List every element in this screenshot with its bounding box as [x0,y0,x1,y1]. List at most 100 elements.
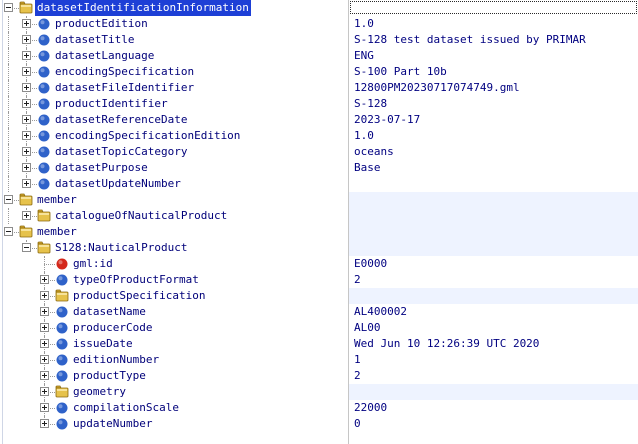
tree-guide-line [8,64,10,80]
element-icon [37,97,51,110]
collapse-toggle[interactable] [22,243,31,252]
column-divider[interactable] [348,0,349,444]
tree-guide-line [44,264,55,266]
folder-icon [19,225,33,238]
expand-toggle[interactable] [22,131,31,140]
node-name: typeOfProductFormat [73,273,199,286]
node-value-cell[interactable] [349,256,638,272]
element-icon [55,369,69,382]
node-value: E0000 [354,257,388,270]
node-name: productType [73,369,146,382]
node-value-cell[interactable] [349,48,638,64]
xml-tree-view[interactable]: datasetIdentificationInformation productE… [0,0,638,444]
expand-toggle[interactable] [40,307,49,316]
focus-rectangle [350,1,637,14]
expand-toggle[interactable] [40,387,49,396]
node-value-cell[interactable] [349,416,638,432]
expand-toggle[interactable] [22,163,31,172]
element-icon [37,33,51,46]
node-name: datasetPurpose [55,161,148,174]
element-icon [37,145,51,158]
element-icon [55,273,69,286]
node-value: S-128 [354,97,388,110]
node-name: encodingSpecification [55,65,195,78]
expand-toggle[interactable] [22,51,31,60]
node-value: ENG [354,49,374,62]
node-value-cell[interactable] [349,384,638,400]
expand-toggle[interactable] [40,403,49,412]
node-name: datasetTitle [55,33,135,46]
node-name: datasetLanguage [55,49,155,62]
node-value-cell[interactable] [349,192,638,208]
expand-toggle[interactable] [22,147,31,156]
tree-guide-line [8,96,10,112]
node-value-cell[interactable] [349,288,638,304]
expand-toggle[interactable] [40,275,49,284]
node-name: issueDate [73,337,133,350]
collapse-toggle[interactable] [4,3,13,12]
node-value-cell[interactable] [349,320,638,336]
node-name: encodingSpecificationEdition [55,129,241,142]
expand-toggle[interactable] [22,83,31,92]
node-value: 2 [354,273,361,286]
collapse-toggle[interactable] [4,195,13,204]
expand-toggle[interactable] [40,323,49,332]
expand-toggle[interactable] [22,19,31,28]
expand-toggle[interactable] [22,99,31,108]
node-value-cell[interactable] [349,208,638,224]
node-value-cell[interactable] [349,0,638,16]
node-value-cell[interactable] [349,352,638,368]
expand-toggle[interactable] [22,67,31,76]
node-value: S-100 Part 10b [354,65,447,78]
node-value: oceans [354,145,394,158]
node-value: AL400002 [354,305,407,318]
node-name: productSpecification [73,289,206,302]
element-icon [55,353,69,366]
element-icon [55,305,69,318]
node-value: 1 [354,353,361,366]
node-value-cell[interactable] [349,224,638,240]
expand-toggle[interactable] [22,179,31,188]
element-icon [55,321,69,334]
tree-guide-line [8,16,10,32]
node-value-cell[interactable] [349,128,638,144]
node-value: Wed Jun 10 12:26:39 UTC 2020 [354,337,540,350]
node-value: AL00 [354,321,381,334]
expand-toggle[interactable] [22,115,31,124]
expand-toggle[interactable] [40,355,49,364]
node-value-cell[interactable] [349,96,638,112]
node-name: member [37,225,77,238]
node-value-cell[interactable] [349,176,638,192]
node-value-cell[interactable] [349,160,638,176]
node-value-cell[interactable] [349,16,638,32]
node-value-cell[interactable] [349,240,638,256]
expand-toggle[interactable] [22,35,31,44]
folder-icon [55,385,69,398]
tree-guide-line [8,48,10,64]
node-value-cell[interactable] [349,400,638,416]
element-icon [37,177,51,190]
node-value-cell[interactable] [349,272,638,288]
element-icon [37,65,51,78]
node-name: productIdentifier [55,97,168,110]
node-value: 0 [354,417,361,430]
tree-guide-line [8,112,10,128]
node-value-cell[interactable] [349,368,638,384]
expand-toggle[interactable] [40,371,49,380]
expand-toggle[interactable] [40,291,49,300]
folder-icon [19,193,33,206]
node-value: 1.0 [354,17,374,30]
node-value: 22000 [354,401,388,414]
node-name: datasetIdentificationInformation [35,0,251,16]
expand-toggle[interactable] [40,339,49,348]
folder-icon [37,209,51,222]
folder-icon [55,289,69,302]
element-icon [37,17,51,30]
element-icon [37,81,51,94]
expand-toggle[interactable] [22,211,31,220]
node-value: 12800PM20230717074749.gml [354,81,520,94]
expand-toggle[interactable] [40,419,49,428]
node-name: datasetFileIdentifier [55,81,195,94]
tree-guide-line [8,32,10,48]
collapse-toggle[interactable] [4,227,13,236]
